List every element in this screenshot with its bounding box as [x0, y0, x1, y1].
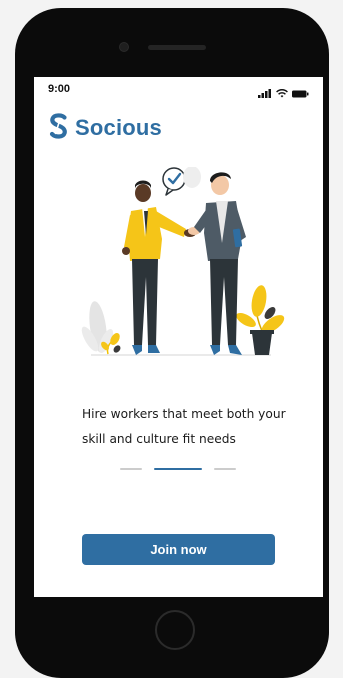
page-indicator [120, 468, 236, 470]
page-dot-1[interactable] [120, 468, 142, 470]
checkmark-icon [162, 166, 201, 196]
person-left [122, 180, 186, 355]
onboarding-headline: Hire workers that meet both your skill a… [82, 407, 286, 446]
battery-icon [292, 83, 309, 102]
cellular-signal-icon [258, 83, 272, 102]
home-button[interactable] [155, 610, 195, 650]
socious-logo-icon [48, 113, 69, 143]
brand-header: Socious [48, 113, 162, 143]
earpiece-speaker [148, 45, 206, 50]
join-now-button[interactable]: Join now [82, 534, 275, 565]
page-dot-3[interactable] [214, 468, 236, 470]
front-camera [119, 42, 129, 52]
left-plant-decoration [81, 301, 121, 355]
handshake-illustration [76, 166, 286, 367]
status-icons [258, 83, 309, 102]
brand-name: Socious [75, 115, 162, 140]
right-plant-decoration [236, 285, 285, 355]
person-right [194, 172, 246, 355]
status-bar: 9:00 [34, 77, 323, 98]
phone-frame: 9:00 Socious Hire workers that meet both… [15, 8, 329, 678]
app-screen: 9:00 Socious Hire workers that meet both… [34, 77, 323, 597]
page-dot-2-active[interactable] [154, 468, 202, 470]
status-time: 9:00 [48, 83, 71, 95]
wifi-icon [276, 83, 288, 102]
